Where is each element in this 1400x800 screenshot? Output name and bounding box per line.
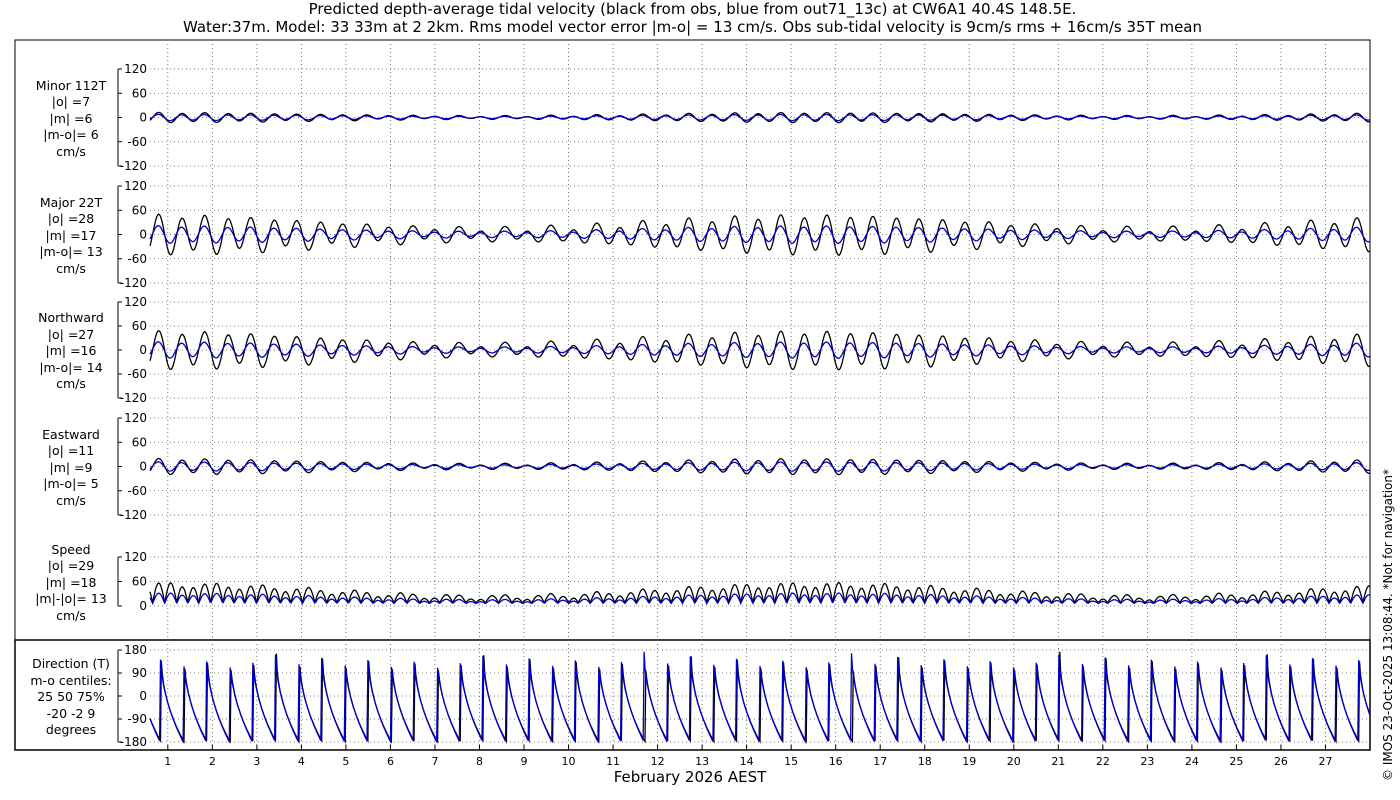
x-tick-label-26: 26 (1274, 755, 1288, 768)
direction-label-line-4: degrees (45, 722, 97, 737)
direction-label-line-3: -20 -2 9 (46, 705, 96, 721)
x-tick-label-12: 12 (651, 755, 665, 768)
eastward-y-tick-label-1: -60 (127, 484, 147, 498)
northward-label-line-1: |o| =27 (47, 326, 95, 342)
minor-panel-label: Minor 112T |o| =7 |m| =6 |m-o|= 6 cm/s (15, 78, 127, 161)
speed-label-line-1: |o| =29 (47, 558, 95, 573)
major-label-line-3: |m-o|= 13 (39, 244, 103, 259)
x-axis-label: February 2026 AEST (613, 768, 767, 786)
minor-label-line-1: |o| =7 (51, 94, 91, 109)
panel-frames (14, 39, 1371, 751)
northward-label-line-2: |m| =16 (45, 343, 97, 358)
northward-label-line-3: |m-o|= 14 (39, 359, 103, 375)
x-tick-label-17: 17 (873, 755, 887, 768)
x-tick-label-18: 18 (918, 755, 932, 768)
major-label-line-1: |o| =28 (47, 211, 95, 226)
direction-y-tick-label-3: 90 (132, 666, 147, 680)
eastward-label-line-2: |m| =9 (49, 459, 93, 475)
eastward-label-line-0: Eastward (42, 426, 100, 442)
x-tick-label-5: 5 (342, 755, 349, 768)
eastward-y-tick-label-2: 0 (139, 460, 147, 474)
minor-label-line-4: cm/s (56, 143, 86, 159)
northward-y-tick-label-1: -60 (127, 367, 147, 381)
x-tick-label-24: 24 (1185, 755, 1199, 768)
major-label-line-4: cm/s (56, 260, 86, 276)
minor-y-tick-label-0: -120 (120, 159, 147, 173)
direction-y-tick-label-1: -90 (127, 712, 147, 726)
direction-label-line-2: 25 50 75% (37, 689, 105, 704)
minor-y-tick-label-3: 60 (132, 86, 147, 100)
northward-y-tick-label-0: -120 (120, 391, 147, 405)
major-y-tick-label-4: 120 (124, 179, 147, 193)
tidal-velocity-chart: 1 2 3 4 5 6 7 8 9 10 11 12 13 14 15 16 17 18 19 20 21 22 23 24 2… (14, 39, 1371, 768)
x-tick-label-25: 25 (1229, 755, 1243, 768)
eastward-y-tick-label-4: 120 (124, 411, 147, 425)
x-tick-label-9: 9 (521, 755, 528, 768)
speed-label-line-4: cm/s (56, 607, 86, 623)
speed-y-tick-label-2: 120 (124, 550, 147, 564)
eastward-label-line-1: |o| =11 (47, 443, 95, 458)
eastward-label-line-4: cm/s (56, 492, 86, 508)
major-y-tick-label-1: -60 (127, 252, 147, 266)
outer-frame-direction (14, 639, 1371, 751)
x-tick-label-27: 27 (1318, 755, 1332, 768)
major-y-tick-label-3: 60 (132, 203, 147, 217)
speed-y-tick-label-0: 0 (139, 599, 147, 613)
minor-y-tick-label-1: -60 (127, 135, 147, 149)
x-tick-label-23: 23 (1140, 755, 1154, 768)
x-tick-label-13: 13 (695, 755, 709, 768)
major-label-line-2: |m| =17 (45, 227, 97, 243)
x-tick-label-2: 2 (209, 755, 216, 768)
x-tick-label-14: 14 (740, 755, 754, 768)
eastward-label-line-3: |m-o|= 5 (43, 476, 99, 491)
direction-y-tick-label-2: 0 (139, 689, 147, 703)
x-tick-label-15: 15 (784, 755, 798, 768)
x-tick-label-10: 10 (562, 755, 576, 768)
grid-lines (150, 44, 1370, 750)
minor-y-tick-label-4: 120 (124, 62, 147, 76)
northward-y-tick-label-3: 60 (132, 319, 147, 333)
northward-panel-label: Northward |o| =27 |m| =16 |m-o|= 14 cm/s (15, 310, 127, 393)
direction-label-line-0: Direction (T) (32, 656, 110, 671)
x-tick-label-8: 8 (476, 755, 483, 768)
minor-label-line-2: |m| =6 (49, 110, 93, 126)
x-tick-label-16: 16 (829, 755, 843, 768)
x-tick-label-3: 3 (253, 755, 260, 768)
northward-y-tick-label-4: 120 (124, 295, 147, 309)
axis-ticks: 1 2 3 4 5 6 7 8 9 10 11 12 13 14 15 16 17 18 19 20 21 22 23 24 2… (117, 62, 1332, 768)
minor-label-line-0: Minor 112T (35, 77, 107, 93)
x-tick-label-7: 7 (431, 755, 438, 768)
northward-label-line-4: cm/s (56, 376, 86, 391)
minor-label-line-3: |m-o|= 6 (43, 127, 99, 142)
x-tick-label-19: 19 (962, 755, 976, 768)
x-tick-label-21: 21 (1051, 755, 1065, 768)
major-y-tick-label-0: -120 (120, 276, 147, 290)
speed-y-tick-label-1: 60 (132, 575, 147, 589)
x-tick-label-22: 22 (1096, 755, 1110, 768)
speed-label-line-3: |m|-|o|= 13 (35, 591, 107, 606)
major-y-tick-label-2: 0 (139, 228, 147, 242)
major-label-line-0: Major 22T (39, 194, 103, 210)
x-tick-label-1: 1 (164, 755, 171, 768)
direction-label-line-1: m-o centiles: (30, 672, 112, 688)
data-series (149, 111, 1371, 744)
speed-label-line-2: |m| =18 (45, 574, 97, 590)
x-tick-label-11: 11 (606, 755, 620, 768)
x-tick-label-6: 6 (387, 755, 394, 768)
speed-panel-label: Speed |o| =29 |m| =18 |m|-|o|= 13 cm/s (15, 542, 127, 625)
northward-y-tick-label-2: 0 (139, 343, 147, 357)
major-panel-label: Major 22T |o| =28 |m| =17 |m-o|= 13 cm/s (15, 195, 127, 278)
direction-y-tick-label-4: 180 (124, 643, 147, 657)
eastward-panel-label: Eastward |o| =11 |m| =9 |m-o|= 5 cm/s (15, 427, 127, 510)
eastward-y-tick-label-0: -120 (120, 508, 147, 522)
copyright-notice: © IMOS 23-Oct-2025 13:08:44. *Not for na… (1381, 469, 1395, 781)
x-tick-label-4: 4 (298, 755, 305, 768)
speed-label-line-0: Speed (51, 541, 91, 557)
northward-label-line-0: Northward (38, 310, 104, 325)
x-tick-label-20: 20 (1007, 755, 1021, 768)
minor-y-tick-label-2: 0 (139, 111, 147, 125)
eastward-y-tick-label-3: 60 (132, 435, 147, 449)
direction-panel-label: Direction (T) m-o centiles: 25 50 75% -20 -… (15, 656, 127, 739)
